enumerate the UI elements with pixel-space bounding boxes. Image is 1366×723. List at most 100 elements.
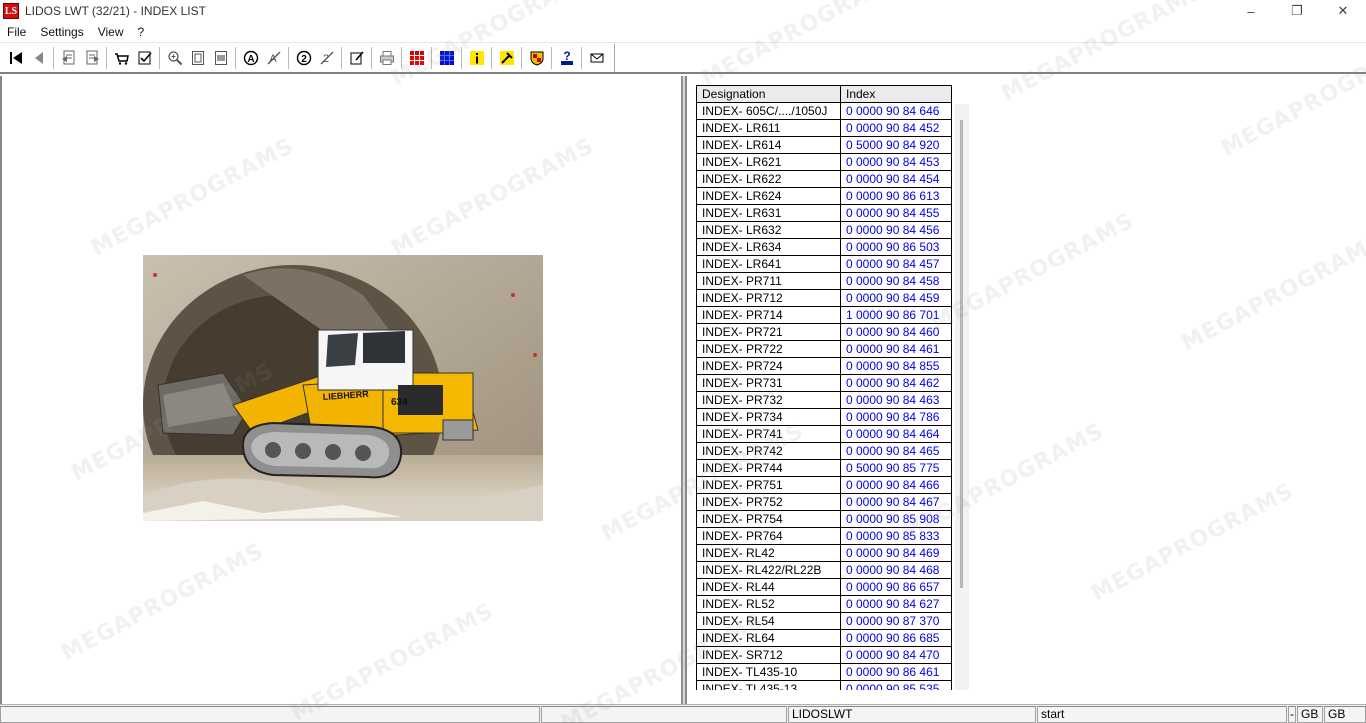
table-row[interactable]: INDEX- LR614 0 5000 90 84 920 <box>696 136 952 154</box>
table-row[interactable]: INDEX- PR732 0 0000 90 84 463 <box>696 391 952 409</box>
index-link-cell[interactable]: 0 0000 90 84 466 <box>840 476 952 494</box>
table-row[interactable]: INDEX- PR722 0 0000 90 84 461 <box>696 340 952 358</box>
index-link-cell[interactable]: 0 0000 90 84 461 <box>840 340 952 358</box>
table-row[interactable]: INDEX- PR742 0 0000 90 84 465 <box>696 442 952 460</box>
index-link-cell[interactable]: 0 0000 90 84 470 <box>840 646 952 664</box>
index-link-cell[interactable]: 0 0000 90 84 646 <box>840 102 952 120</box>
index-link-cell[interactable]: 0 0000 90 84 462 <box>840 374 952 392</box>
menu-help[interactable]: ? <box>131 25 152 39</box>
designation-cell[interactable]: INDEX- LR641 <box>696 255 841 273</box>
index-link-cell[interactable]: 0 0000 90 84 456 <box>840 221 952 239</box>
index-link-cell[interactable]: 0 0000 90 84 452 <box>840 119 952 137</box>
table-row[interactable]: INDEX- RL52 0 0000 90 84 627 <box>696 595 952 613</box>
index-link-cell[interactable]: 0 0000 90 86 613 <box>840 187 952 205</box>
grid-red-icon[interactable] <box>405 46 428 70</box>
designation-cell[interactable]: INDEX- RL422/RL22B <box>696 561 841 579</box>
table-row[interactable]: INDEX- LR611 0 0000 90 84 452 <box>696 119 952 137</box>
index-link-cell[interactable]: 0 5000 90 85 775 <box>840 459 952 477</box>
index-link-cell[interactable]: 0 0000 90 86 657 <box>840 578 952 596</box>
menu-view[interactable]: View <box>91 25 131 39</box>
table-row[interactable]: INDEX- RL64 0 0000 90 86 685 <box>696 629 952 647</box>
column-header-designation[interactable]: Designation <box>696 85 841 103</box>
menu-file[interactable]: File <box>0 25 33 39</box>
designation-cell[interactable]: INDEX- LR614 <box>696 136 841 154</box>
table-row[interactable]: INDEX- PR752 0 0000 90 84 467 <box>696 493 952 511</box>
designation-cell[interactable]: INDEX- PR712 <box>696 289 841 307</box>
designation-cell[interactable]: INDEX- PR742 <box>696 442 841 460</box>
designation-cell[interactable]: INDEX- RL52 <box>696 595 841 613</box>
index-link-cell[interactable]: 0 0000 90 87 370 <box>840 612 952 630</box>
index-link-cell[interactable]: 0 0000 90 86 685 <box>840 629 952 647</box>
checklist-icon[interactable] <box>133 46 156 70</box>
index-link-cell[interactable]: 0 0000 90 85 908 <box>840 510 952 528</box>
index-link-cell[interactable]: 0 0000 90 84 464 <box>840 425 952 443</box>
table-row[interactable]: INDEX- LR631 0 0000 90 84 455 <box>696 204 952 222</box>
designation-cell[interactable]: INDEX- PR734 <box>696 408 841 426</box>
designation-cell[interactable]: INDEX- PR754 <box>696 510 841 528</box>
table-row[interactable]: INDEX- PR751 0 0000 90 84 466 <box>696 476 952 494</box>
index-link-cell[interactable]: 0 0000 90 84 457 <box>840 255 952 273</box>
designation-cell[interactable]: INDEX- PR714 <box>696 306 841 324</box>
table-row[interactable]: INDEX- PR712 0 0000 90 84 459 <box>696 289 952 307</box>
designation-cell[interactable]: INDEX- PR711 <box>696 272 841 290</box>
table-row[interactable]: INDEX- LR632 0 0000 90 84 456 <box>696 221 952 239</box>
index-link-cell[interactable]: 0 0000 90 84 453 <box>840 153 952 171</box>
first-page-icon[interactable] <box>4 46 27 70</box>
designation-cell[interactable]: INDEX- PR744 <box>696 459 841 477</box>
designation-cell[interactable]: INDEX- PR732 <box>696 391 841 409</box>
designation-cell[interactable]: INDEX- PR731 <box>696 374 841 392</box>
help-context-icon[interactable]: ? <box>555 46 578 70</box>
designation-cell[interactable]: INDEX- RL54 <box>696 612 841 630</box>
designation-cell[interactable]: INDEX- LR622 <box>696 170 841 188</box>
table-row[interactable]: INDEX- TL435-10 0 0000 90 86 461 <box>696 663 952 681</box>
designation-cell[interactable]: INDEX- PR722 <box>696 340 841 358</box>
index-link-cell[interactable]: 0 0000 90 84 469 <box>840 544 952 562</box>
table-row[interactable]: INDEX- TL435-13 0 0000 90 85 535 <box>696 680 952 690</box>
table-row[interactable]: INDEX- PR714 1 0000 90 86 701 <box>696 306 952 324</box>
designation-cell[interactable]: INDEX- PR721 <box>696 323 841 341</box>
index-link-cell[interactable]: 0 0000 90 84 459 <box>840 289 952 307</box>
table-row[interactable]: INDEX- PR734 0 0000 90 84 786 <box>696 408 952 426</box>
scrollbar-thumb[interactable] <box>960 120 963 588</box>
table-row[interactable]: INDEX- RL42 0 0000 90 84 469 <box>696 544 952 562</box>
designation-cell[interactable]: INDEX- LR624 <box>696 187 841 205</box>
mail-icon[interactable] <box>585 46 608 70</box>
index-link-cell[interactable]: 0 0000 90 84 786 <box>840 408 952 426</box>
designation-cell[interactable]: INDEX- LR621 <box>696 153 841 171</box>
table-row[interactable]: INDEX- SR712 0 0000 90 84 470 <box>696 646 952 664</box>
designation-cell[interactable]: INDEX- TL435-10 <box>696 663 841 681</box>
designation-cell[interactable]: INDEX- PR724 <box>696 357 841 375</box>
table-scrollbar[interactable] <box>955 104 969 690</box>
designation-cell[interactable]: INDEX- LR611 <box>696 119 841 137</box>
index-link-cell[interactable]: 0 0000 90 84 458 <box>840 272 952 290</box>
previous-page-icon[interactable] <box>27 46 50 70</box>
info-icon[interactable] <box>465 46 488 70</box>
index-link-cell[interactable]: 0 0000 90 86 461 <box>840 663 952 681</box>
search-number-icon[interactable]: 2 <box>292 46 315 70</box>
table-row[interactable]: INDEX- LR621 0 0000 90 84 453 <box>696 153 952 171</box>
search-a-clear-icon[interactable]: A <box>262 46 285 70</box>
search-number-clear-icon[interactable]: 2 <box>315 46 338 70</box>
designation-cell[interactable]: INDEX- LR634 <box>696 238 841 256</box>
zoom-in-icon[interactable] <box>163 46 186 70</box>
note-edit-icon[interactable] <box>345 46 368 70</box>
index-link-cell[interactable]: 0 0000 90 84 467 <box>840 493 952 511</box>
index-link-cell[interactable]: 0 0000 90 84 465 <box>840 442 952 460</box>
column-header-index[interactable]: Index <box>840 85 952 103</box>
designation-cell[interactable]: INDEX- PR751 <box>696 476 841 494</box>
designation-cell[interactable]: INDEX- RL44 <box>696 578 841 596</box>
table-row[interactable]: INDEX- LR641 0 0000 90 84 457 <box>696 255 952 273</box>
index-link-cell[interactable]: 0 0000 90 84 468 <box>840 561 952 579</box>
designation-cell[interactable]: INDEX- LR632 <box>696 221 841 239</box>
table-row[interactable]: INDEX- PR764 0 0000 90 85 833 <box>696 527 952 545</box>
tools-icon[interactable] <box>495 46 518 70</box>
minimize-button[interactable]: – <box>1228 0 1274 22</box>
designation-cell[interactable]: INDEX- PR741 <box>696 425 841 443</box>
doc-forward-icon[interactable] <box>80 46 103 70</box>
fit-page-icon[interactable] <box>186 46 209 70</box>
designation-cell[interactable]: INDEX- RL64 <box>696 629 841 647</box>
table-row[interactable]: INDEX- PR741 0 0000 90 84 464 <box>696 425 952 443</box>
index-link-cell[interactable]: 0 0000 90 84 455 <box>840 204 952 222</box>
designation-cell[interactable]: INDEX- LR631 <box>696 204 841 222</box>
search-a-icon[interactable]: A <box>239 46 262 70</box>
